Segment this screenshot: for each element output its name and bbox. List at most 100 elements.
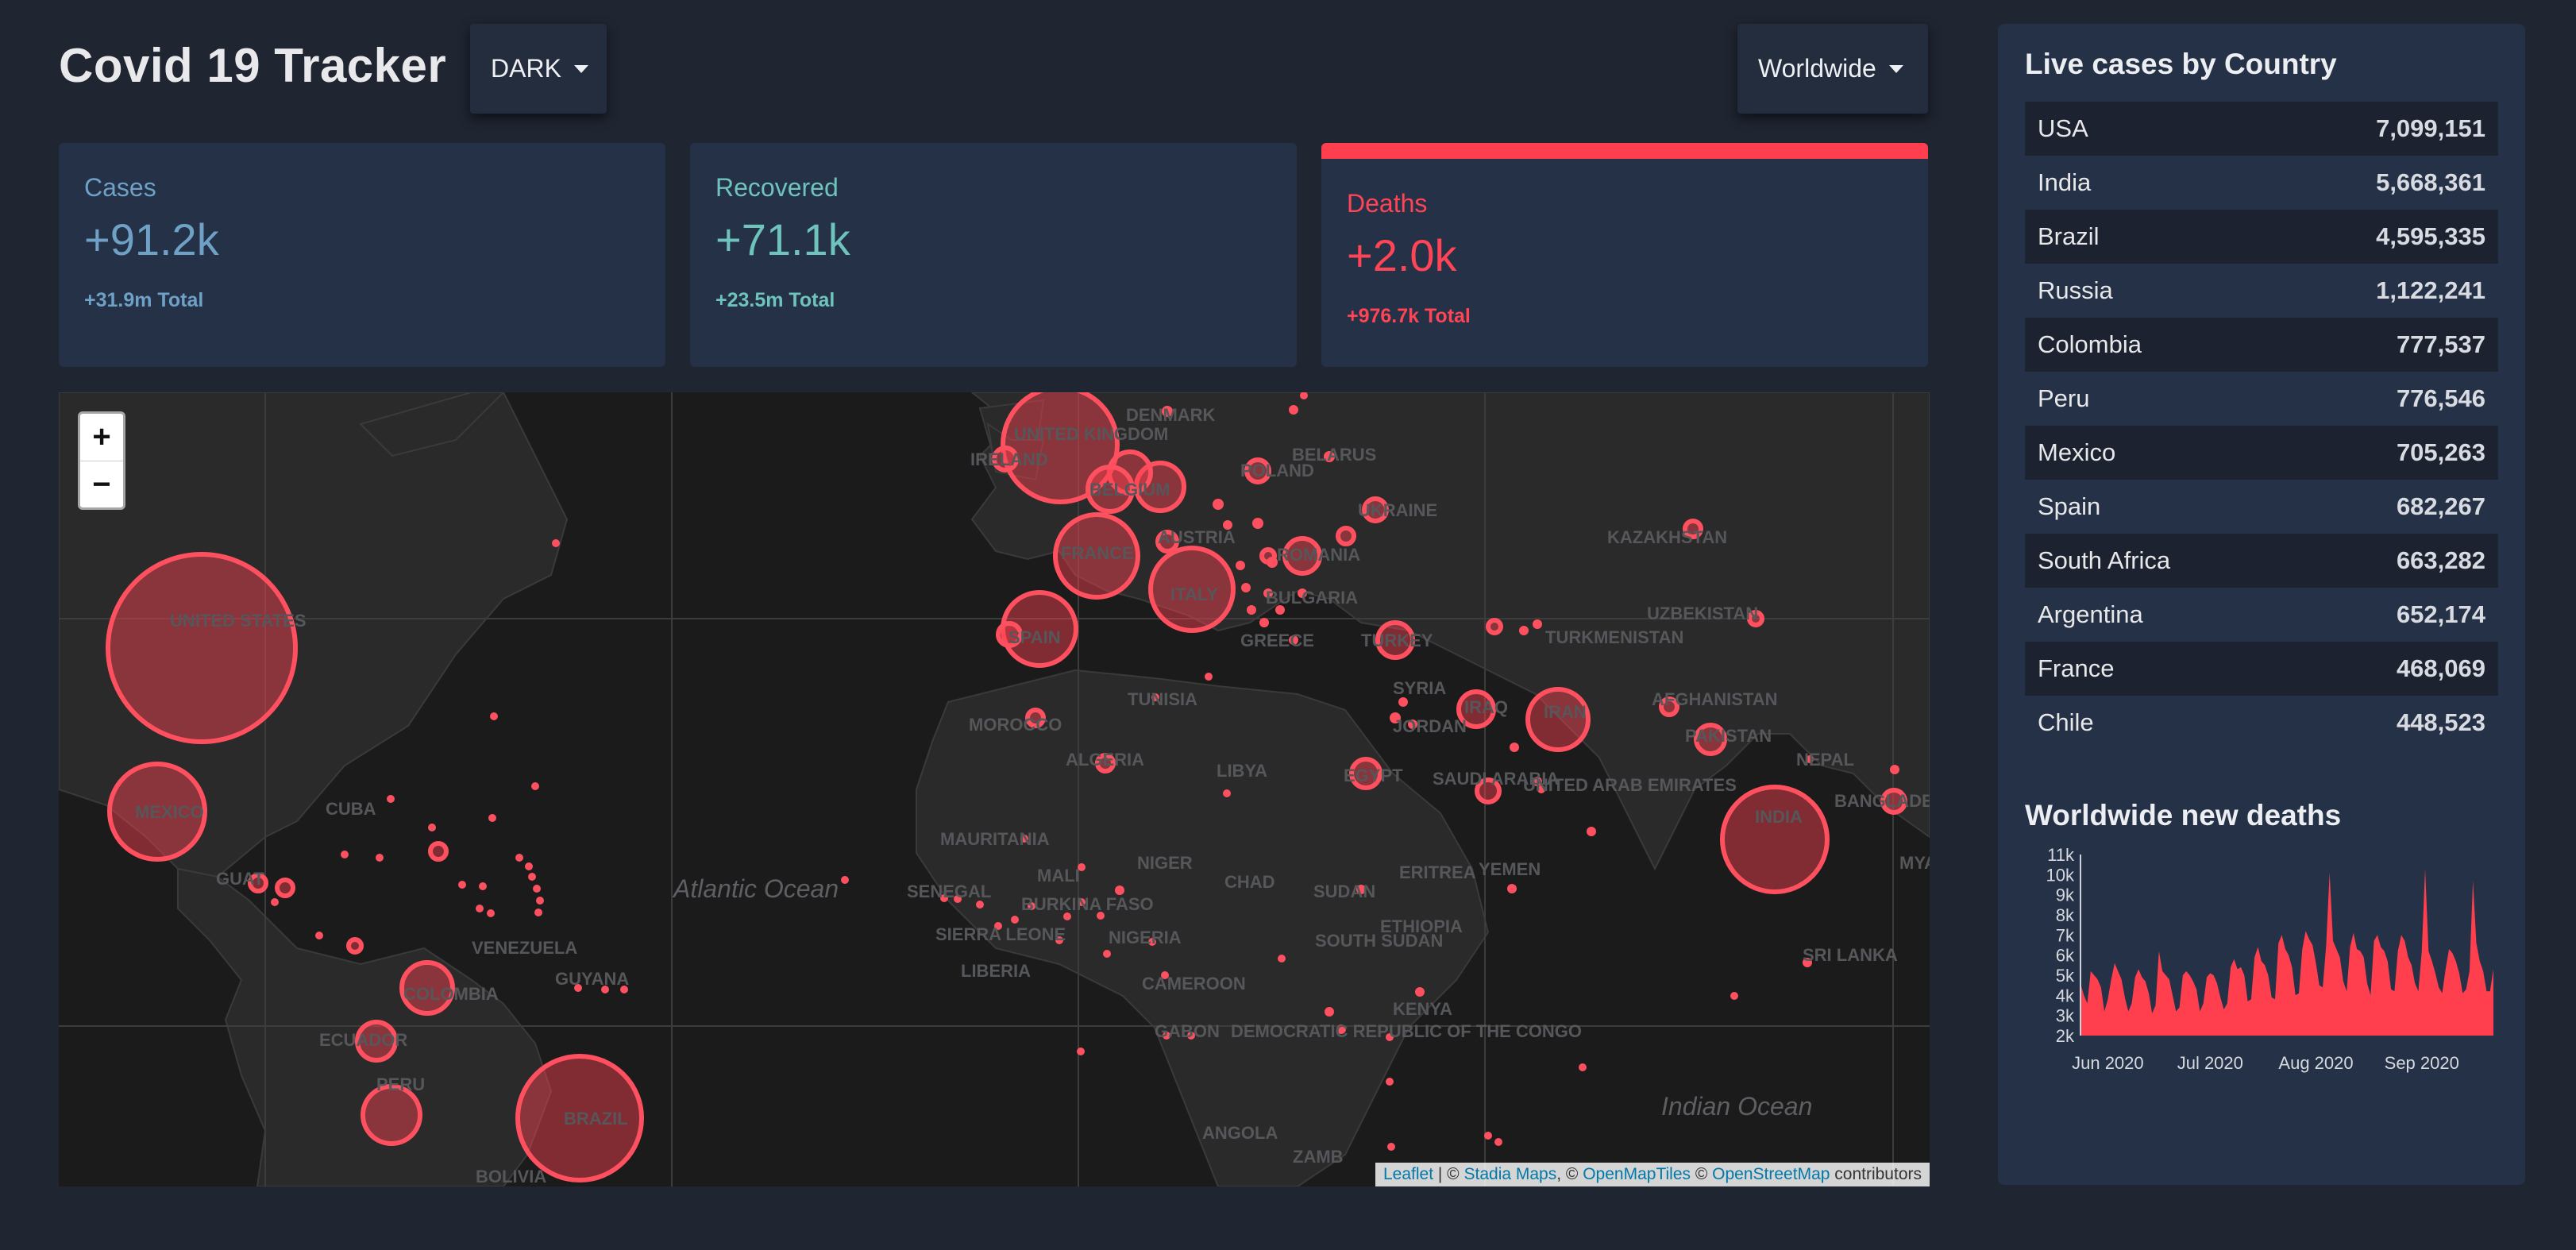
country-cases: 705,263 bbox=[2396, 438, 2485, 466]
map-label-guyana: GUYANA bbox=[555, 969, 629, 989]
map-label-senegal: SENEGAL bbox=[907, 882, 991, 901]
map-label-eritrea: ERITREA bbox=[1399, 862, 1476, 882]
map-label-syria: SYRIA bbox=[1393, 678, 1446, 698]
circle-us[interactable] bbox=[106, 552, 298, 744]
map-canvas: UNITED STATES MEXICO CUBA GUAT VENEZUELA… bbox=[59, 392, 1930, 1186]
leaflet-link[interactable]: Leaflet bbox=[1383, 1165, 1433, 1183]
map-label-us: UNITED STATES bbox=[170, 611, 307, 631]
map-label-denmark: DENMARK bbox=[1126, 405, 1216, 425]
map-label-jordan: JORDAN bbox=[1393, 716, 1467, 736]
table-row: Spain 682,267 bbox=[2025, 480, 2498, 534]
zoom-out-button[interactable]: − bbox=[80, 461, 123, 508]
circle-moldova[interactable] bbox=[1336, 526, 1356, 546]
y-tick-label: 4k bbox=[2056, 986, 2075, 1005]
country-name: USA bbox=[2038, 114, 2088, 142]
cases-card[interactable]: Cases +91.2k +31.9m Total bbox=[59, 143, 665, 367]
map-label-france: FRANCE bbox=[1061, 543, 1134, 563]
cases-value: +91.2k bbox=[84, 214, 219, 264]
map-label-chad: CHAD bbox=[1224, 872, 1275, 892]
map-label-algeria: ALGERIA bbox=[1066, 750, 1144, 770]
region-dropdown-label: Worldwide bbox=[1758, 54, 1876, 83]
country-cases: 1,122,241 bbox=[2376, 276, 2485, 304]
map-label-tunisia: TUNISIA bbox=[1128, 689, 1197, 709]
map-label-uzbekistan: UZBEKISTAN bbox=[1647, 604, 1758, 623]
map-label-spain: SPAIN bbox=[1008, 627, 1061, 647]
sidebar-panel: Live cases by Country USA 7,099,151 India… bbox=[1998, 24, 2525, 1185]
circle-panama[interactable] bbox=[346, 937, 364, 955]
map-label-kazakhstan: KAZAKHSTAN bbox=[1607, 527, 1727, 547]
country-name: Peru bbox=[2038, 384, 2090, 412]
map-label-angola: ANGOLA bbox=[1202, 1123, 1278, 1143]
map-label-zambia: ZAMB bbox=[1293, 1147, 1344, 1167]
openmaptiles-link[interactable]: OpenMapTiles bbox=[1583, 1165, 1691, 1183]
map-label-indian: Indian Ocean bbox=[1661, 1092, 1812, 1121]
map-label-ecuador: ECUADOR bbox=[319, 1030, 407, 1050]
map-label-sierra: SIERRA LEONE bbox=[935, 924, 1066, 944]
deaths-area-series bbox=[2080, 868, 2493, 1036]
map-label-srilanka: SRI LANKA bbox=[1803, 945, 1898, 965]
zoom-in-button[interactable]: + bbox=[80, 414, 123, 461]
map-label-iran: IRAN bbox=[1544, 702, 1587, 722]
map-label-afghanistan: AFGHANISTAN bbox=[1652, 689, 1777, 709]
attribution-sep: | © bbox=[1433, 1165, 1464, 1183]
attribution-suffix: contributors bbox=[1830, 1165, 1922, 1183]
table-row: Brazil 4,595,335 bbox=[2025, 210, 2498, 264]
region-dropdown[interactable]: Worldwide bbox=[1737, 24, 1928, 114]
recovered-value: +71.1k bbox=[715, 214, 850, 264]
map-label-mauritania: MAURITANIA bbox=[940, 829, 1050, 849]
country-name: Chile bbox=[2038, 708, 2094, 736]
circle-honduras[interactable] bbox=[275, 878, 295, 898]
map-label-belarus: BELARUS bbox=[1292, 445, 1376, 465]
country-name: Argentina bbox=[2038, 600, 2143, 628]
world-map[interactable]: UNITED STATES MEXICO CUBA GUAT VENEZUELA… bbox=[59, 392, 1930, 1186]
caret-down-icon bbox=[1888, 64, 1903, 73]
y-tick-label: 3k bbox=[2056, 1006, 2075, 1026]
recovered-card[interactable]: Recovered +71.1k +23.5m Total bbox=[690, 143, 1297, 367]
map-label-turkey: TURKEY bbox=[1361, 631, 1433, 650]
deaths-title: Deaths bbox=[1347, 189, 1428, 218]
map-label-myanmar: MYA bbox=[1899, 853, 1930, 873]
map-label-india: INDIA bbox=[1755, 807, 1803, 827]
theme-dropdown[interactable]: DARK bbox=[470, 24, 607, 114]
table-row: Peru 776,546 bbox=[2025, 372, 2498, 426]
map-attribution: Leaflet | © Stadia Maps, © OpenMapTiles … bbox=[1375, 1163, 1930, 1186]
map-label-yemen: YEMEN bbox=[1479, 859, 1541, 879]
attribution-sep: , © bbox=[1556, 1165, 1583, 1183]
map-label-cuba: CUBA bbox=[326, 799, 376, 819]
country-cases: 663,282 bbox=[2396, 546, 2485, 574]
map-label-nigeria: NIGERIA bbox=[1109, 928, 1182, 947]
live-cases-title: Live cases by Country bbox=[2025, 48, 2337, 80]
country-cases: 468,069 bbox=[2396, 654, 2485, 682]
map-label-turkmenistan: TURKMENISTAN bbox=[1545, 627, 1683, 647]
chart-title: Worldwide new deaths bbox=[2025, 799, 2342, 831]
table-row: Russia 1,122,241 bbox=[2025, 264, 2498, 318]
map-label-atlantic: Atlantic Ocean bbox=[672, 874, 839, 903]
country-name: France bbox=[2038, 654, 2115, 682]
circle-peru[interactable] bbox=[361, 1084, 422, 1146]
deaths-value: +2.0k bbox=[1347, 230, 1457, 280]
x-tick-label: Jun 2020 bbox=[2072, 1053, 2144, 1073]
country-name: India bbox=[2038, 168, 2092, 196]
country-name: South Africa bbox=[2038, 546, 2171, 574]
table-row: Colombia 777,537 bbox=[2025, 318, 2498, 372]
stadia-link[interactable]: Stadia Maps bbox=[1464, 1165, 1557, 1183]
map-label-peru: PERU bbox=[376, 1074, 425, 1094]
map-label-ukraine: UKRAINE bbox=[1358, 500, 1437, 520]
country-name: Spain bbox=[2038, 492, 2101, 520]
y-tick-label: 9k bbox=[2056, 885, 2075, 905]
map-label-austria: AUSTRIA bbox=[1158, 527, 1236, 547]
map-label-liberia: LIBERIA bbox=[961, 961, 1031, 981]
deaths-chart: 2k3k4k5k6k7k8k9k10k11k Jun 2020 Jul 2020 Au… bbox=[2046, 845, 2493, 1073]
circle-dominican[interactable] bbox=[428, 841, 449, 862]
x-tick-label: Jul 2020 bbox=[2177, 1053, 2243, 1073]
x-tick-label: Aug 2020 bbox=[2278, 1053, 2353, 1073]
y-tick-label: 5k bbox=[2056, 966, 2075, 986]
osm-link[interactable]: OpenStreetMap bbox=[1712, 1165, 1830, 1183]
circle-armenia[interactable] bbox=[1486, 618, 1503, 635]
deaths-card[interactable]: Deaths +2.0k +976.7k Total bbox=[1321, 143, 1928, 367]
circle-india[interactable] bbox=[1720, 785, 1830, 894]
map-label-mexico: MEXICO bbox=[135, 802, 204, 822]
map-label-belgium: BELGIUM bbox=[1089, 480, 1170, 500]
country-cases: 448,523 bbox=[2396, 708, 2485, 736]
app-title: Covid 19 Tracker bbox=[59, 39, 447, 92]
